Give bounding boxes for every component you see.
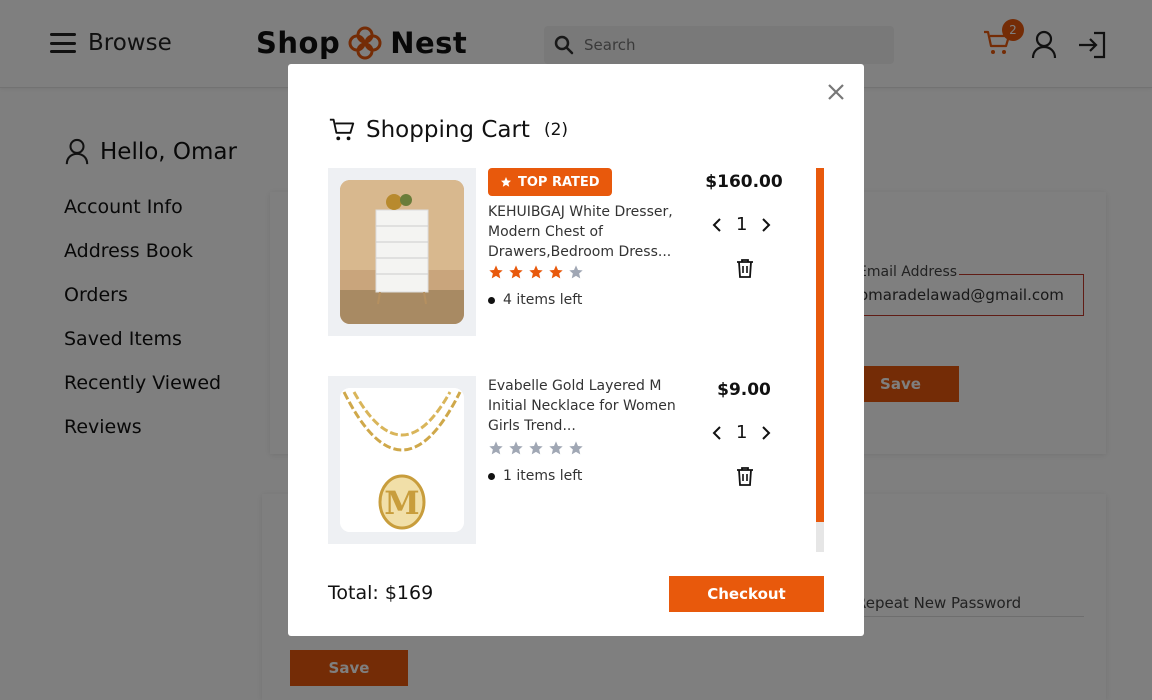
- star-icon: [549, 265, 563, 279]
- rating-stars: [488, 440, 584, 456]
- product-image-necklace: M: [340, 388, 464, 532]
- quantity-stepper: 1: [712, 422, 771, 443]
- product-name-line: KEHUIBGAJ White Dresser,: [488, 204, 673, 220]
- chevron-left-icon[interactable]: [712, 217, 722, 232]
- badge-text: TOP RATED: [518, 174, 600, 190]
- cart-title-text: Shopping Cart: [366, 117, 530, 143]
- product-name-line: Modern Chest of: [488, 224, 603, 240]
- star-icon: [569, 265, 583, 279]
- stock-text: 1 items left: [503, 468, 583, 484]
- star-icon: [549, 441, 563, 455]
- stock-dot: [488, 296, 495, 304]
- product-name-line: Evabelle Gold Layered M: [488, 378, 662, 394]
- star-icon: [501, 177, 511, 187]
- star-icon: [509, 441, 523, 455]
- chevron-right-icon[interactable]: [761, 425, 771, 440]
- stock-status: 4 items left: [488, 292, 582, 308]
- star-icon: [489, 441, 503, 455]
- product-image-frame[interactable]: M: [328, 376, 476, 544]
- cart-title: Shopping Cart (2): [328, 116, 568, 144]
- cart-total: Total: $169: [328, 582, 434, 604]
- cart-item: M Evabelle Gold Layered M Initial Neckla…: [328, 376, 808, 544]
- product-name-line: Initial Necklace for Women: [488, 398, 676, 414]
- quantity-value: 1: [736, 214, 748, 235]
- product-name[interactable]: Evabelle Gold Layered M Initial Necklace…: [488, 376, 688, 436]
- product-name-line: Drawers,Bedroom Dress...: [488, 244, 672, 260]
- checkout-button[interactable]: Checkout: [669, 576, 824, 612]
- star-icon: [529, 441, 543, 455]
- cart-items-list: TOP RATED KEHUIBGAJ White Dresser, Moder…: [328, 168, 824, 552]
- top-rated-badge: TOP RATED: [488, 168, 612, 196]
- svg-text:M: M: [384, 484, 419, 522]
- star-icon: [489, 265, 503, 279]
- shopping-cart-modal: Shopping Cart (2) TOP RATED KEHUIBGAJ Wh…: [288, 64, 864, 636]
- stock-status: 1 items left: [488, 468, 582, 484]
- stock-text: 4 items left: [503, 292, 583, 308]
- quantity-stepper: 1: [712, 214, 771, 235]
- chevron-right-icon[interactable]: [761, 217, 771, 232]
- cart-item: TOP RATED KEHUIBGAJ White Dresser, Moder…: [328, 168, 808, 336]
- cart-icon: [329, 118, 355, 141]
- star-icon: [529, 265, 543, 279]
- cart-scrollbar-thumb[interactable]: [816, 168, 824, 522]
- product-image-dresser: [340, 180, 464, 324]
- star-icon: [569, 441, 583, 455]
- product-name[interactable]: KEHUIBGAJ White Dresser, Modern Chest of…: [488, 202, 688, 262]
- product-image-frame[interactable]: [328, 168, 476, 336]
- item-price: $160.00: [705, 172, 783, 192]
- item-price: $9.00: [717, 380, 771, 400]
- stock-dot: [488, 472, 495, 480]
- cart-count: (2): [543, 120, 569, 140]
- cart-scrollbar[interactable]: [816, 168, 824, 552]
- trash-icon[interactable]: [736, 466, 754, 486]
- star-icon: [509, 265, 523, 279]
- chevron-left-icon[interactable]: [712, 425, 722, 440]
- quantity-value: 1: [736, 422, 748, 443]
- product-name-line: Girls Trend...: [488, 418, 576, 434]
- close-icon[interactable]: [824, 80, 848, 104]
- rating-stars: [488, 264, 584, 280]
- trash-icon[interactable]: [736, 258, 754, 278]
